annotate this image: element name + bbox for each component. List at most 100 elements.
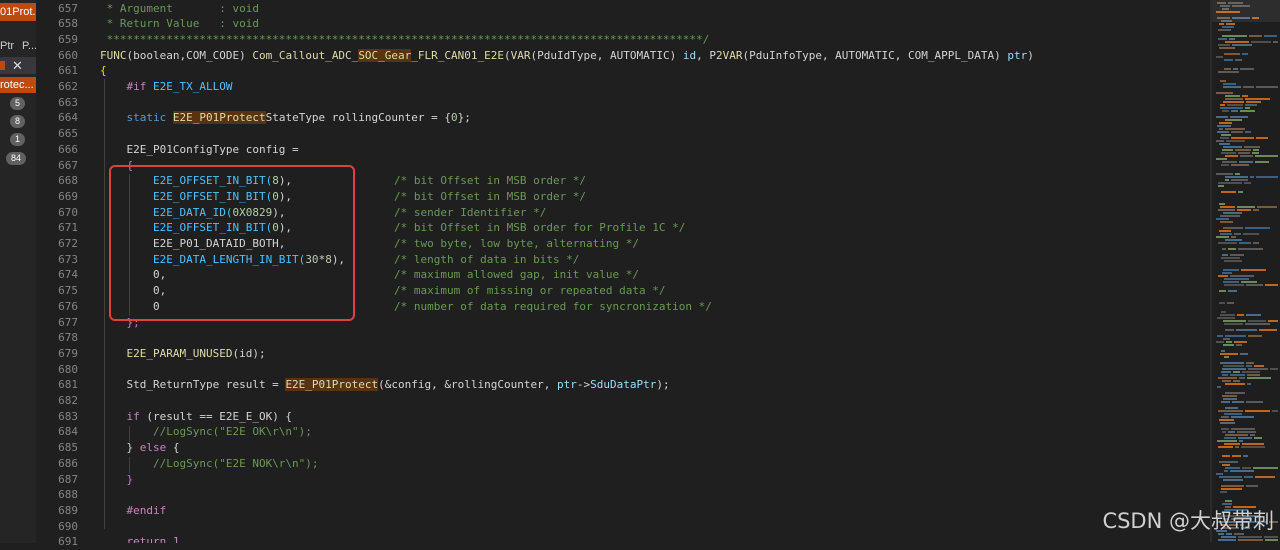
code-comment-671: /* bit Offset in MSB order for Profile 1… [394,221,686,235]
minimap-line [1244,476,1253,478]
minimap-line [1248,368,1268,370]
minimap-line [1240,68,1254,70]
minimap-line [1219,476,1242,478]
left-panel: 01Prot... Ptr P... ✕ rotec... 5 8 1 84 [0,0,36,543]
minimap-line [1250,176,1254,178]
minimap-line [1245,104,1257,106]
minimap-line [1242,53,1248,55]
line-number: 659 [58,32,78,46]
minimap-line [1221,401,1230,403]
count-badge: 8 [10,115,25,128]
minimap-line [1220,104,1225,106]
minimap-line [1228,290,1237,292]
minimap-line [1238,536,1262,538]
token: -> [576,378,591,392]
minimap-line [1216,56,1223,58]
minimap-line [1223,146,1242,148]
code-line-689: #endif [100,503,167,517]
minimap-line [1222,380,1231,382]
minimap-line [1253,242,1259,244]
minimap-line [1223,344,1234,346]
minimap-line [1245,107,1250,109]
minimap-line [1235,59,1242,61]
line-number: 658 [58,17,78,31]
minimap-line [1255,155,1278,157]
line-number: 671 [58,221,78,235]
watermark: CSDN @大叔带刺 [1102,509,1274,533]
code-comment-673: /* length of data in bits */ [394,252,580,266]
code-line-660: FUNC(boolean,COM_CODE) Com_Callout_ADC_S… [100,48,1034,64]
token: ( [504,48,511,62]
token: StateType rollingCounter = { [265,111,452,125]
minimap-line [1273,41,1278,43]
line-number: 657 [58,1,78,15]
outline-item-active[interactable]: rotec... [0,77,36,93]
minimap-line [1231,110,1238,112]
minimap-line [1221,371,1231,373]
minimap-line [1225,128,1245,130]
outline-header-ptr[interactable]: Ptr [0,40,14,52]
minimap-line [1224,356,1229,358]
minimap-line [1217,131,1229,133]
minimap-line [1221,152,1236,154]
line-number: 663 [58,95,78,109]
outline-header-p[interactable]: P... [22,40,36,52]
minimap-line [1253,467,1278,469]
line-number: 679 [58,346,78,360]
code-line-679: E2E_PARAM_UNUSED(id); [100,346,266,362]
minimap-line [1242,95,1248,97]
minimap-line [1219,419,1234,421]
minimap-line [1248,320,1266,322]
code-comment-670: /* sender Identifier */ [394,205,547,219]
token: (boolean,COM_CODE) [126,48,253,62]
open-file-row[interactable]: ✕ [0,57,36,74]
minimap-line [1222,374,1228,376]
minimap-line [1224,278,1249,280]
minimap-line [1221,191,1236,193]
minimap-line [1265,284,1278,286]
minimap[interactable] [1212,0,1280,543]
minimap-line [1216,140,1224,142]
minimap-line [1219,302,1225,304]
minimap-line [1216,473,1223,475]
minimap-line [1239,377,1245,379]
minimap-line [1222,455,1230,457]
token: ) [1027,48,1034,62]
minimap-line [1231,137,1254,139]
minimap-line [1225,41,1249,43]
minimap-line [1244,146,1260,148]
minimap-line [1245,227,1270,229]
minimap-line [1249,35,1262,37]
minimap-line [1218,539,1236,541]
minimap-line [1225,500,1232,502]
minimap-line [1222,110,1229,112]
minimap-line [1220,314,1235,316]
minimap-line [1253,149,1259,151]
token: (id); [232,346,266,360]
minimap-line [1268,320,1278,322]
minimap-line [1242,467,1251,469]
token: if [100,409,147,423]
close-icon[interactable]: ✕ [12,57,23,74]
minimap-line [1224,59,1233,61]
line-number: 673 [58,252,78,266]
minimap-line [1231,131,1243,133]
token: 0 [451,111,458,125]
minimap-line [1219,122,1232,124]
minimap-line [1220,233,1232,235]
line-number: 661 [58,64,78,78]
minimap-line [1227,104,1243,106]
active-file-tab[interactable]: 01Prot... [0,3,36,21]
minimap-line [1217,440,1237,442]
minimap-line [1223,212,1242,214]
token: (result == E2E_E_OK) { [146,409,293,423]
minimap-line [1220,422,1235,424]
token: _FLR_CAN01_E2E [411,48,505,62]
minimap-viewport-slider[interactable] [1212,0,1280,22]
minimap-line [1219,230,1231,232]
minimap-line [1245,98,1270,100]
minimap-line [1218,377,1237,379]
line-number: 680 [58,362,78,376]
minimap-line [1237,314,1244,316]
minimap-line [1225,179,1229,181]
